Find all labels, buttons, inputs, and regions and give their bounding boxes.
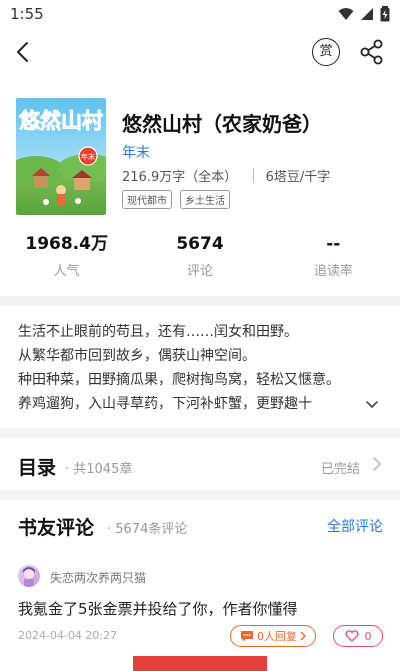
section-divider [0,296,400,306]
catalog-status: 已完结 [320,462,360,477]
stat-read-rate: -- 追读率 [267,232,400,284]
top-nav: 赏 [0,30,400,74]
status-bar: 1:55 [0,0,400,28]
meta-separator: | [251,168,256,183]
chevron-down-icon [366,401,378,409]
book-title: 悠然山村（农家奶爸） [122,112,322,136]
section-divider [0,490,400,500]
description-line: 养鸡遛狗，入山寻草药，下河补虾蟹，更野趣十 [18,396,312,412]
stat-label: 人气 [53,264,80,279]
cover-badge-text: 年末 [81,152,95,161]
catalog-row[interactable]: 目录 · 共1045章 已完结 [0,440,400,490]
book-cover[interactable]: 年末 悠然山村 [16,98,106,215]
comment-item[interactable]: 失恋两次养两只猫 我氪金了5张金票并投给了你，作者你懂得 2024-04-04 … [0,565,400,647]
stat-value: -- [326,234,341,254]
catalog-count: · 共1045章 [65,462,133,477]
back-button[interactable] [10,38,38,66]
comments-count: · 5674条评论 [107,522,188,537]
price: 6塔豆/千字 [265,170,331,185]
book-meta: 216.9万字（全本） | 6塔豆/千字 [122,166,330,185]
stat-value: 5674 [176,234,224,254]
chevron-left-icon [17,42,28,62]
all-comments-link[interactable]: 全部评论 [327,516,383,536]
status-time: 1:55 [10,5,44,23]
comment-bubble-icon [241,631,253,642]
expand-description-button[interactable] [364,397,380,411]
stat-label: 追读率 [313,264,353,279]
stat-comments[interactable]: 5674 评论 [133,232,266,284]
description-line: 从繁华都市回到故乡，偶获山神空间。 [18,348,256,364]
cover-title-text: 悠然山村 [18,109,103,133]
battery-icon [380,6,390,22]
chevron-right-icon [373,457,382,471]
description-line: 种田种菜，田野摘瓜果，爬树掏鸟窝，轻松又惬意。 [18,372,340,388]
catalog-title: 目录 [18,457,57,479]
like-button[interactable]: 0 [333,625,383,647]
stat-value: 1968.4万 [25,234,108,254]
comment-date: 2024-04-04 20:27 [18,629,118,642]
share-icon [360,39,383,65]
book-description[interactable]: 生活不止眼前的苟且，还有……闰女和田野。 从繁华都市回到故乡，偶获山神空间。 种… [18,320,373,416]
stat-popularity: 1968.4万 人气 [0,232,133,284]
avatar[interactable] [18,565,40,587]
bottom-action-bar[interactable] [133,656,267,671]
comment-username[interactable]: 失恋两次养两只猫 [50,569,146,586]
signal-icon [361,8,373,20]
status-icons [338,6,390,22]
wifi-icon [338,8,354,20]
reward-button[interactable]: 赏 [312,38,340,66]
description-line: 生活不止眼前的苟且，还有……闰女和田野。 [18,324,298,340]
chevron-right-icon [300,631,306,641]
tag-item[interactable]: 现代都市 [122,190,172,209]
comments-header: 书友评论 · 5674条评论 全部评论 [0,505,400,545]
tag-item[interactable]: 乡土生活 [180,190,230,209]
stats-row: 1968.4万 人气 5674 评论 -- 追读率 [0,232,400,284]
section-divider [0,428,400,438]
avatar-image [23,567,35,587]
like-count: 0 [364,629,372,643]
share-button[interactable] [358,38,386,66]
book-cover-art: 年末 悠然山村 [16,98,106,215]
tag-list: 现代都市 乡土生活 [122,190,230,209]
reply-count: 0人回复 [257,630,297,643]
stat-label: 评论 [186,264,213,279]
word-count: 216.9万字（全本） [122,170,238,185]
heart-icon [344,630,359,642]
reply-button[interactable]: 0人回复 [230,625,316,647]
comment-text: 我氪金了5张金票并投给了你，作者你懂得 [18,600,298,618]
comments-title: 书友评论 [18,517,95,539]
book-author[interactable]: 年末 [122,142,150,162]
